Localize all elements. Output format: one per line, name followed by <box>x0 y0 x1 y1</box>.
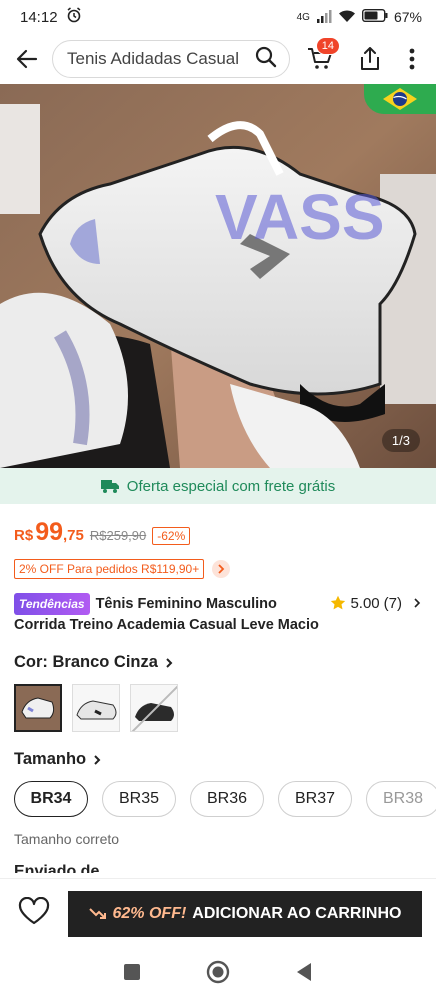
back-triangle-icon <box>297 962 312 981</box>
cta-label: ADICIONAR AO CARRINHO <box>192 904 402 922</box>
price-integer: 99 <box>35 518 63 546</box>
size-option[interactable]: BR37 <box>278 781 352 817</box>
size-options: BR34 BR35 BR36 BR37 BR38 <box>0 769 436 817</box>
free-shipping-banner: Oferta especial com frete grátis <box>0 468 436 504</box>
product-image-carousel[interactable]: VASS 1/3 <box>0 84 436 468</box>
home-circle-icon <box>206 960 230 983</box>
product-title-block[interactable]: Tendências Tênis Feminino Masculino Corri… <box>14 593 320 635</box>
alarm-icon <box>66 7 82 27</box>
chevron-right-icon <box>166 657 173 668</box>
discount-badge: -62% <box>152 527 191 545</box>
cart-button[interactable]: 14 <box>300 37 340 79</box>
search-query: Tenis Adidadas Casual <box>67 49 240 68</box>
size-selector-header[interactable]: Tamanho <box>0 732 436 769</box>
wifi-icon <box>338 9 356 26</box>
trend-down-icon <box>88 907 106 919</box>
system-nav-bar <box>0 948 436 1000</box>
color-selector-header[interactable]: Cor: Branco Cinza <box>0 635 436 672</box>
chevron-right-icon[interactable] <box>212 560 231 578</box>
size-option[interactable]: BR34 <box>14 781 88 817</box>
brazil-flag-icon <box>364 84 436 114</box>
trending-badge: Tendências <box>14 593 90 615</box>
clock: 14:12 <box>20 8 58 26</box>
star-icon <box>331 595 346 610</box>
more-vert-icon <box>409 48 415 70</box>
price-currency: R$ <box>14 527 34 544</box>
shipped-from-label: Enviado de <box>14 863 100 873</box>
original-price: R$259,90 <box>89 528 147 543</box>
rating[interactable]: 5.00 (7) <box>330 593 422 613</box>
cta-discount: 62% OFF! <box>112 904 187 922</box>
color-label: Cor: Branco Cinza <box>14 653 158 671</box>
cart-count-badge: 14 <box>315 37 340 55</box>
size-label: Tamanho <box>14 750 87 768</box>
signal-icon <box>316 9 332 26</box>
back-arrow-icon <box>16 49 38 69</box>
product-photo: VASS <box>0 84 436 468</box>
chevron-right-icon <box>94 754 101 765</box>
price-row: R$ 99 ,75 R$259,90 -62% <box>0 504 436 547</box>
size-option[interactable]: BR35 <box>102 781 176 817</box>
review-count: (7) <box>383 594 402 612</box>
fit-note: Tamanho correto <box>14 831 120 847</box>
size-option[interactable]: BR36 <box>190 781 264 817</box>
chevron-right-icon <box>414 598 421 608</box>
battery-icon <box>361 8 388 25</box>
wishlist-button[interactable] <box>18 896 50 930</box>
nav-back-button[interactable] <box>295 962 313 987</box>
add-to-cart-button[interactable]: 62% OFF! ADICIONAR AO CARRINHO <box>68 890 422 937</box>
color-swatch-white-grey[interactable] <box>14 684 62 732</box>
promo-row[interactable]: 2% OFF Para pedidos R$119,90+ <box>0 547 436 579</box>
rating-value: 5.00 <box>350 594 380 612</box>
product-title-row: Tendências Tênis Feminino Masculino Corri… <box>0 579 436 635</box>
share-button[interactable] <box>350 39 390 79</box>
image-counter: 1/3 <box>381 429 420 452</box>
search-input[interactable]: Tenis Adidadas Casual <box>52 40 290 78</box>
battery-level: 67% <box>393 9 422 25</box>
color-swatches <box>0 672 436 732</box>
truck-icon <box>100 480 119 493</box>
home-button[interactable] <box>206 960 230 989</box>
back-button[interactable] <box>12 44 42 74</box>
heart-icon <box>18 896 50 925</box>
bottom-action-bar: 62% OFF! ADICIONAR AO CARRINHO <box>0 878 436 948</box>
price-decimals: ,75 <box>63 527 84 544</box>
square-icon <box>123 963 140 980</box>
network-label: 4G <box>296 11 310 23</box>
color-swatch-black[interactable] <box>130 684 178 732</box>
size-option[interactable]: BR38 <box>366 781 436 817</box>
promo-tag[interactable]: 2% OFF Para pedidos R$119,90+ <box>14 559 205 579</box>
more-button[interactable] <box>400 39 424 79</box>
share-icon <box>361 47 379 70</box>
top-bar: Tenis Adidadas Casual 14 <box>0 34 436 84</box>
search-icon[interactable] <box>255 46 277 73</box>
shipping-text: Oferta especial com frete grátis <box>126 477 336 495</box>
color-swatch-white-black[interactable] <box>72 684 120 732</box>
status-bar: 14:12 4G 67% <box>0 0 436 34</box>
watermark-text: VASS <box>215 181 385 253</box>
recent-apps-button[interactable] <box>123 963 141 986</box>
